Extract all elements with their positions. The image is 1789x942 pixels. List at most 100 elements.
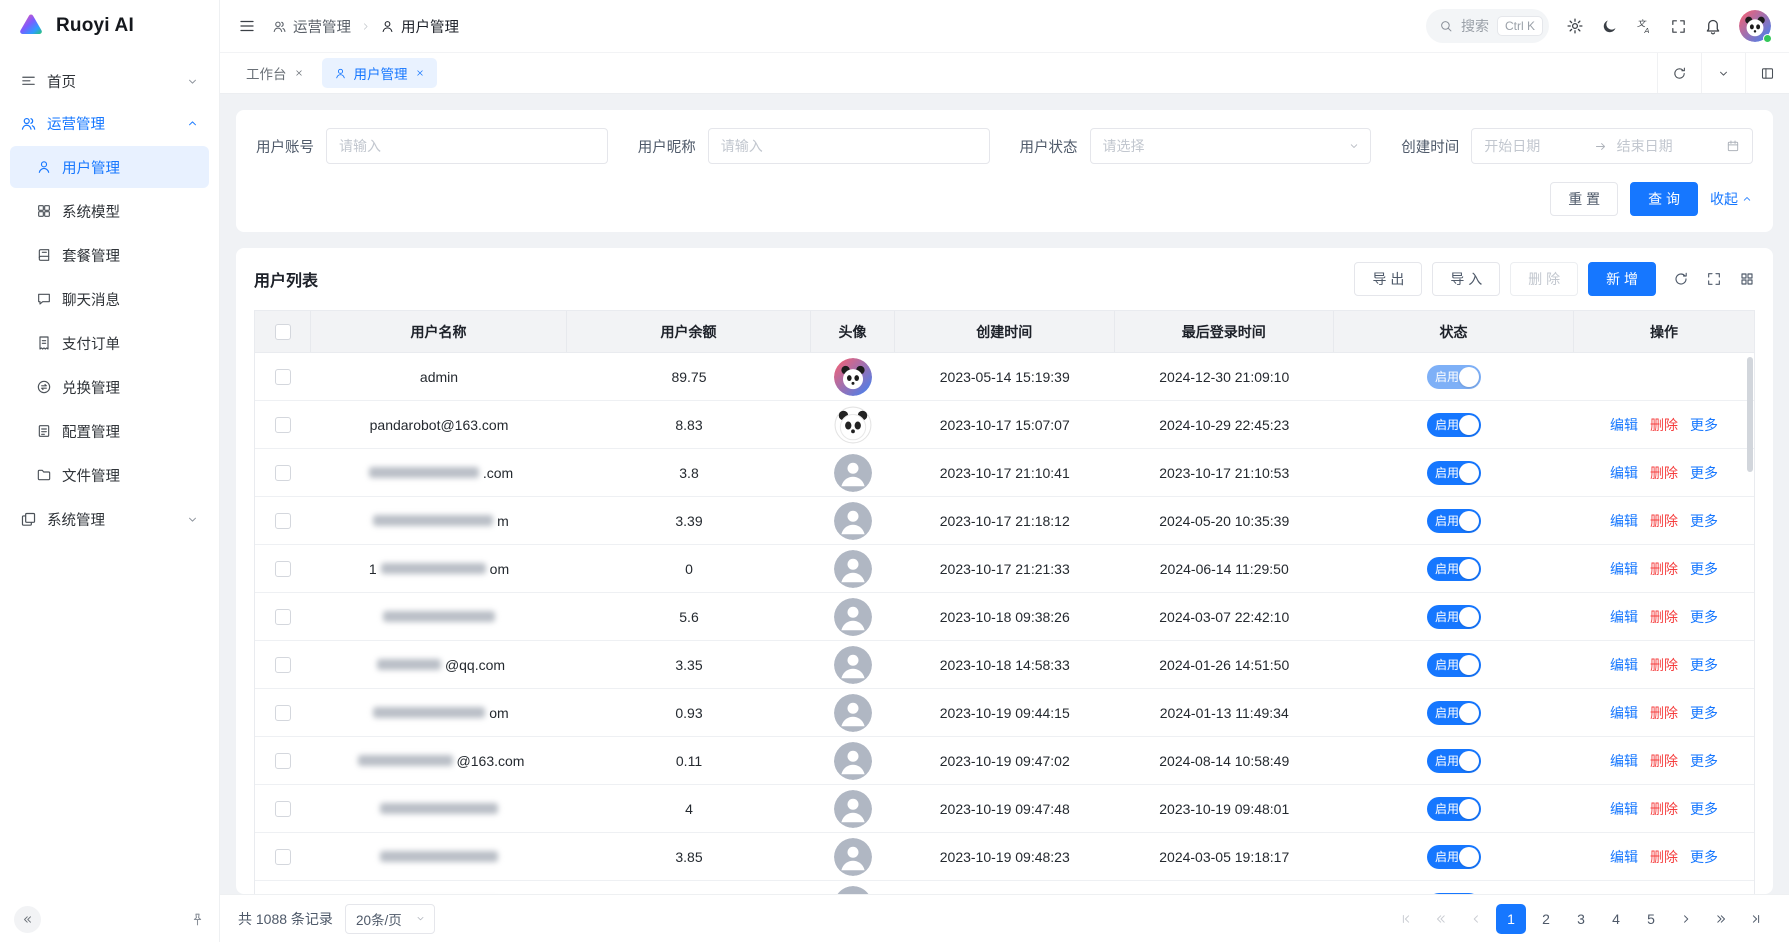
edit-link[interactable]: 编辑 <box>1610 751 1638 771</box>
next-5-pages-button[interactable] <box>1706 904 1736 934</box>
sidebar-subitem[interactable]: 系统模型 <box>10 190 209 232</box>
sidebar-item-system[interactable]: 系统管理 <box>10 498 209 540</box>
edit-link[interactable]: 编辑 <box>1610 799 1638 819</box>
prev-5-pages-button[interactable] <box>1426 904 1456 934</box>
expand-table-icon[interactable] <box>1706 271 1722 287</box>
more-link[interactable]: 更多 <box>1690 799 1718 819</box>
sidebar-collapse-button[interactable] <box>14 906 41 933</box>
edit-link[interactable]: 编辑 <box>1610 703 1638 723</box>
prev-page-button[interactable] <box>1461 904 1491 934</box>
import-button[interactable]: 导 入 <box>1432 262 1500 296</box>
edit-link[interactable]: 编辑 <box>1610 655 1638 675</box>
more-link[interactable]: 更多 <box>1690 415 1718 435</box>
delete-link[interactable]: 删除 <box>1650 751 1678 771</box>
delete-link[interactable]: 删除 <box>1650 799 1678 819</box>
close-icon[interactable] <box>415 68 425 78</box>
edit-link[interactable]: 编辑 <box>1610 463 1638 483</box>
row-checkbox[interactable] <box>275 705 291 721</box>
row-checkbox[interactable] <box>275 513 291 529</box>
tab-workbench[interactable]: 工作台 <box>234 58 316 88</box>
sidebar-subitem[interactable]: 配置管理 <box>10 410 209 452</box>
page-1-button[interactable]: 1 <box>1496 904 1526 934</box>
sidebar-item-home[interactable]: 首页 <box>10 60 209 102</box>
export-button[interactable]: 导 出 <box>1354 262 1422 296</box>
sidebar-subitem[interactable]: 聊天消息 <box>10 278 209 320</box>
row-checkbox[interactable] <box>275 753 291 769</box>
status-toggle[interactable]: 启用 <box>1427 461 1481 485</box>
edit-link[interactable]: 编辑 <box>1610 607 1638 627</box>
user-avatar[interactable] <box>1739 10 1771 42</box>
edit-link[interactable]: 编辑 <box>1610 415 1638 435</box>
first-page-button[interactable] <box>1391 904 1421 934</box>
row-checkbox[interactable] <box>275 465 291 481</box>
row-checkbox[interactable] <box>275 369 291 385</box>
more-link[interactable]: 更多 <box>1690 559 1718 579</box>
content-fullscreen-button[interactable] <box>1745 53 1789 93</box>
next-page-button[interactable] <box>1671 904 1701 934</box>
add-button[interactable]: 新 增 <box>1588 262 1656 296</box>
tab-user-management[interactable]: 用户管理 <box>322 58 437 88</box>
page-2-button[interactable]: 2 <box>1531 904 1561 934</box>
search-button[interactable]: 查 询 <box>1630 182 1698 216</box>
sidebar-subitem[interactable]: 支付订单 <box>10 322 209 364</box>
column-settings-icon[interactable] <box>1739 271 1755 287</box>
table-scrollbar[interactable] <box>1745 353 1754 894</box>
status-toggle[interactable]: 启用 <box>1427 653 1481 677</box>
date-range-picker[interactable]: 开始日期 结束日期 <box>1471 128 1753 164</box>
status-toggle[interactable]: 启用 <box>1427 845 1481 869</box>
tab-dropdown-button[interactable] <box>1701 53 1745 93</box>
page-3-button[interactable]: 3 <box>1566 904 1596 934</box>
status-select[interactable]: 请选择 <box>1090 128 1372 164</box>
sidebar-item-operations[interactable]: 运营管理 <box>10 102 209 144</box>
more-link[interactable]: 更多 <box>1690 751 1718 771</box>
nickname-input[interactable] <box>708 128 990 164</box>
page-4-button[interactable]: 4 <box>1601 904 1631 934</box>
last-page-button[interactable] <box>1741 904 1771 934</box>
delete-link[interactable]: 删除 <box>1650 607 1678 627</box>
delete-button[interactable]: 删 除 <box>1510 262 1578 296</box>
row-checkbox[interactable] <box>275 849 291 865</box>
page-size-select[interactable]: 20条/页 <box>345 904 435 934</box>
status-toggle[interactable]: 启用 <box>1427 413 1481 437</box>
global-search[interactable]: 搜索 Ctrl K <box>1426 9 1549 43</box>
reset-button[interactable]: 重 置 <box>1550 182 1618 216</box>
delete-link[interactable]: 删除 <box>1650 415 1678 435</box>
row-checkbox[interactable] <box>275 801 291 817</box>
status-toggle[interactable]: 启用 <box>1427 605 1481 629</box>
status-toggle[interactable]: 启用 <box>1427 749 1481 773</box>
notifications-icon[interactable] <box>1704 17 1722 35</box>
status-toggle[interactable]: 启用 <box>1427 365 1481 389</box>
status-toggle[interactable]: 启用 <box>1427 557 1481 581</box>
scrollbar-thumb[interactable] <box>1747 357 1753 472</box>
delete-link[interactable]: 删除 <box>1650 559 1678 579</box>
fullscreen-icon[interactable] <box>1670 18 1687 35</box>
breadcrumb-item-operations[interactable]: 运营管理 <box>272 16 351 37</box>
delete-link[interactable]: 删除 <box>1650 511 1678 531</box>
account-input[interactable] <box>326 128 608 164</box>
row-checkbox[interactable] <box>275 417 291 433</box>
status-toggle[interactable]: 启用 <box>1427 509 1481 533</box>
refresh-page-button[interactable] <box>1657 53 1701 93</box>
delete-link[interactable]: 删除 <box>1650 847 1678 867</box>
refresh-table-icon[interactable] <box>1673 271 1689 287</box>
status-toggle[interactable]: 启用 <box>1427 701 1481 725</box>
sidebar-subitem[interactable]: 套餐管理 <box>10 234 209 276</box>
more-link[interactable]: 更多 <box>1690 847 1718 867</box>
close-icon[interactable] <box>294 68 304 78</box>
collapse-filter-link[interactable]: 收起 <box>1710 189 1753 209</box>
page-5-button[interactable]: 5 <box>1636 904 1666 934</box>
status-toggle[interactable]: 启用 <box>1427 893 1481 895</box>
delete-link[interactable]: 删除 <box>1650 655 1678 675</box>
more-link[interactable]: 更多 <box>1690 703 1718 723</box>
row-checkbox[interactable] <box>275 561 291 577</box>
menu-toggle-icon[interactable] <box>238 17 256 35</box>
edit-link[interactable]: 编辑 <box>1610 559 1638 579</box>
more-link[interactable]: 更多 <box>1690 655 1718 675</box>
delete-link[interactable]: 删除 <box>1650 703 1678 723</box>
more-link[interactable]: 更多 <box>1690 463 1718 483</box>
pin-icon[interactable] <box>190 912 205 927</box>
more-link[interactable]: 更多 <box>1690 511 1718 531</box>
settings-icon[interactable] <box>1566 17 1584 35</box>
edit-link[interactable]: 编辑 <box>1610 511 1638 531</box>
row-checkbox[interactable] <box>275 609 291 625</box>
